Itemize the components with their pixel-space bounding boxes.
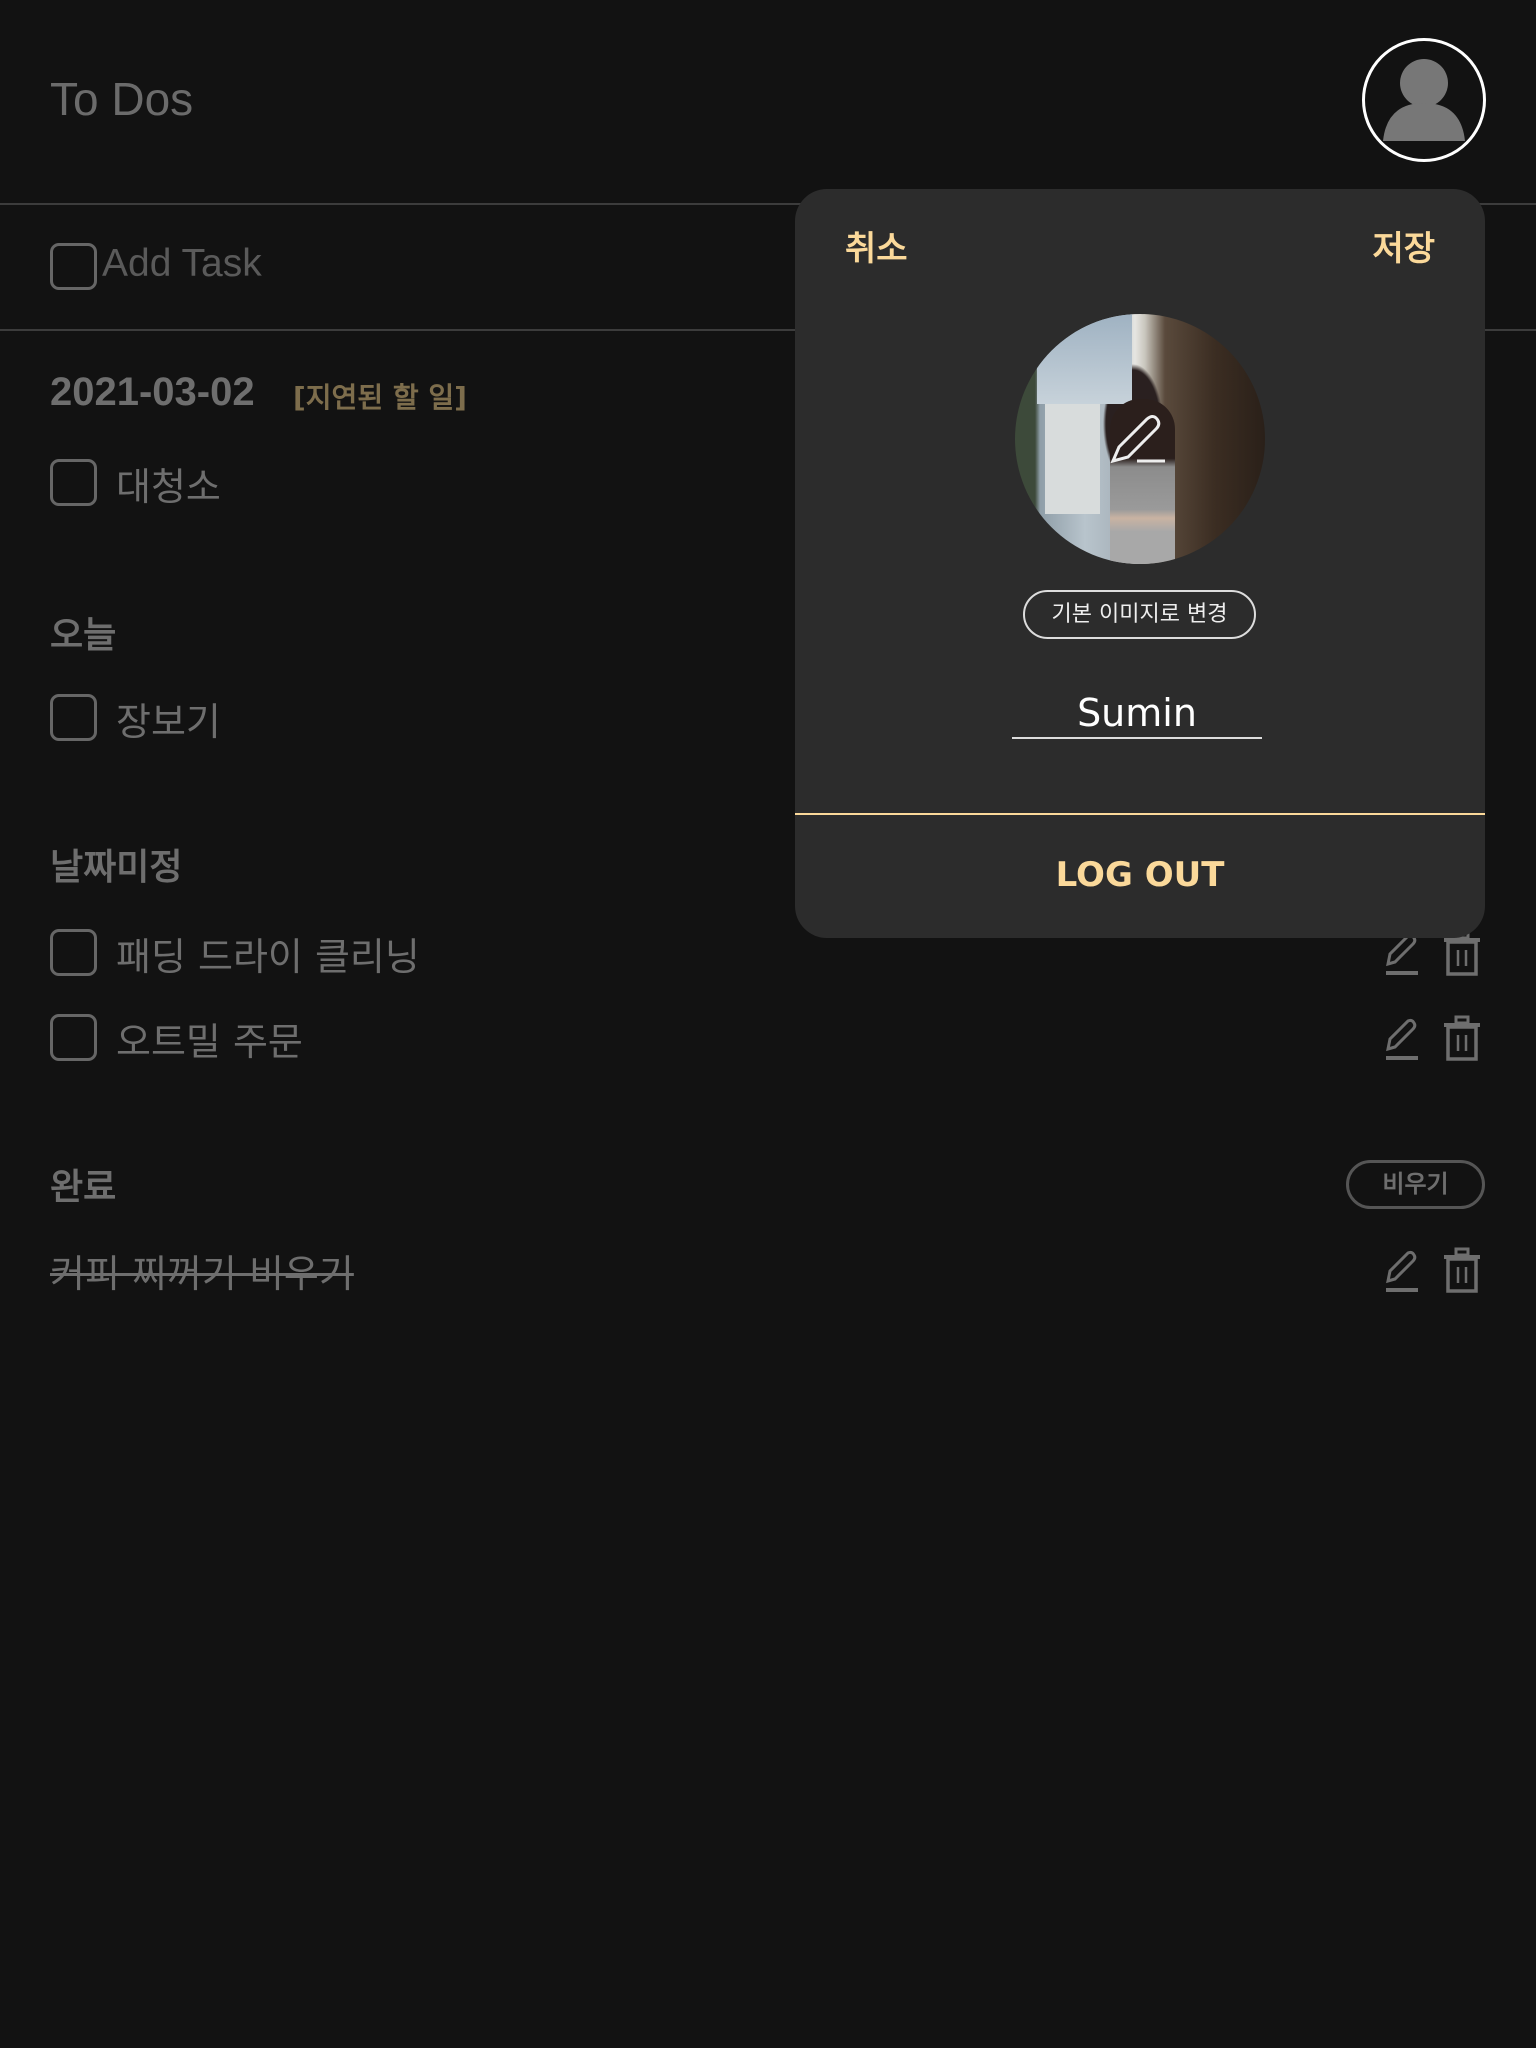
edit-icon [1110,415,1165,464]
task-text: 장보기 [116,700,221,744]
edit-icon[interactable] [1382,1017,1422,1061]
task-text: 대청소 [116,465,221,509]
add-task-input[interactable]: Add Task [102,242,262,286]
task-checkbox[interactable] [50,459,97,506]
save-button[interactable]: 저장 [1372,221,1435,270]
task-text: 오트밀 주문 [116,1020,303,1064]
edit-icon[interactable] [1382,932,1422,976]
overdue-date-heading: 2021-03-02 [50,370,255,414]
section-title-done: 완료 [50,1167,117,1208]
page-title: To Dos [50,73,194,125]
profile-photo[interactable] [1015,314,1265,564]
edit-icon[interactable] [1382,1249,1422,1293]
section-title-undated: 날짜미정 [50,847,183,888]
profile-avatar-button[interactable] [1362,38,1486,162]
task-checkbox[interactable] [50,1014,97,1061]
trash-icon[interactable] [1442,1015,1482,1061]
trash-icon[interactable] [1442,1247,1482,1293]
name-input[interactable] [1012,689,1262,739]
add-task-checkbox[interactable] [50,243,97,290]
task-checkbox[interactable] [50,929,97,976]
overdue-label: [지연된 할 일] [293,381,467,414]
reset-default-image-button[interactable]: 기본 이미지로 변경 [1023,590,1256,639]
section-title-today: 오늘 [50,615,117,656]
profile-popup: 취소 저장 기본 이미지로 변경 LOG OUT [795,189,1485,938]
clear-done-button[interactable]: 비우기 [1346,1160,1485,1209]
task-checkbox[interactable] [50,694,97,741]
cancel-button[interactable]: 취소 [845,221,908,270]
task-text: 패딩 드라이 클리닝 [116,935,420,979]
logout-button[interactable]: LOG OUT [795,815,1485,938]
user-icon [1383,59,1465,141]
done-task-text: 커피 찌꺼기 비우기 [50,1252,354,1296]
